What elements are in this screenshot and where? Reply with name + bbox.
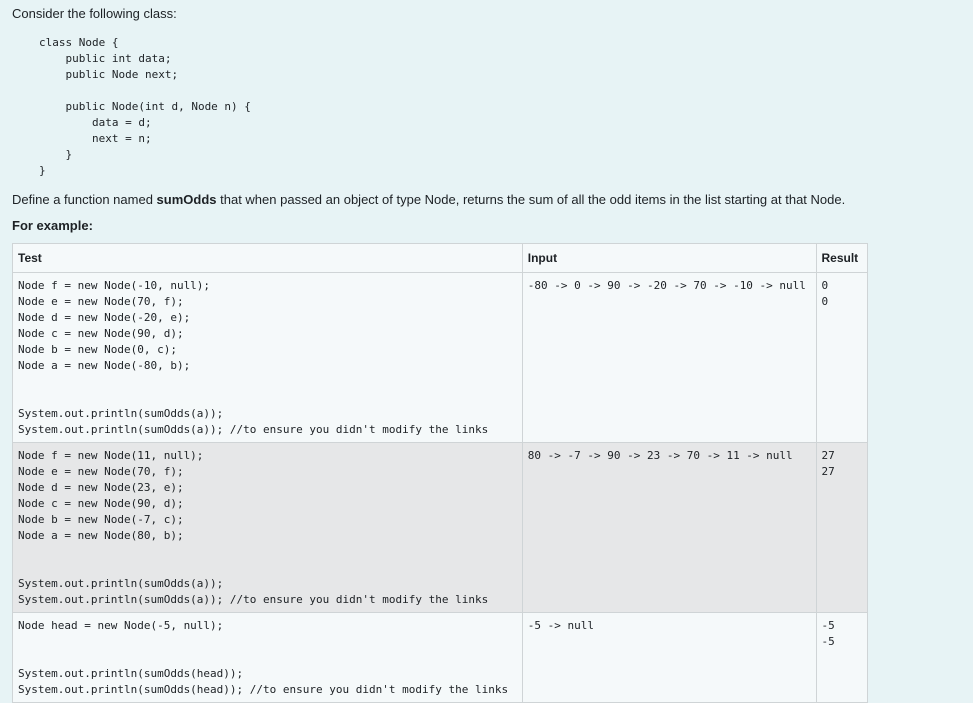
result-value: 27 27 [821, 449, 835, 478]
test-cell: Node f = new Node(11, null); Node e = ne… [12, 442, 523, 613]
input-value: -5 -> null [527, 619, 594, 632]
test-code: Node f = new Node(-10, null); Node e = n… [18, 279, 489, 436]
question-description: Define a function named sumOdds that whe… [12, 192, 973, 208]
table-header-row: Test Input Result [12, 243, 868, 273]
test-cell: Node head = new Node(-5, null); System.o… [12, 612, 523, 703]
result-cell: 27 27 [815, 442, 868, 613]
result-cell: 0 0 [815, 272, 868, 443]
examples-table: Test Input Result Node f = new Node(-10,… [12, 243, 868, 703]
example-label: For example: [12, 218, 93, 233]
table-row: Node f = new Node(-10, null); Node e = n… [12, 272, 868, 443]
test-code: Node f = new Node(11, null); Node e = ne… [18, 449, 489, 606]
result-cell: -5 -5 [815, 612, 868, 703]
description-suffix: that when passed an object of type Node,… [216, 192, 846, 207]
input-cell: -5 -> null [521, 612, 817, 703]
function-name: sumOdds [156, 192, 217, 207]
table-row: Node f = new Node(11, null); Node e = ne… [12, 442, 868, 613]
input-cell: 80 -> -7 -> 90 -> 23 -> 70 -> 11 -> null [521, 442, 817, 613]
question-content: Consider the following class: class Node… [0, 0, 973, 703]
input-value: -80 -> 0 -> 90 -> -20 -> 70 -> -10 -> nu… [527, 279, 806, 292]
result-value: -5 -5 [821, 619, 835, 648]
header-input: Input [521, 243, 817, 273]
test-code: Node head = new Node(-5, null); System.o… [18, 619, 509, 696]
header-result: Result [815, 243, 868, 273]
input-cell: -80 -> 0 -> 90 -> -20 -> 70 -> -10 -> nu… [521, 272, 817, 443]
intro-text: Consider the following class: [12, 6, 177, 21]
description-prefix: Define a function named [12, 192, 157, 207]
header-test: Test [12, 243, 523, 273]
table-row: Node head = new Node(-5, null); System.o… [12, 612, 868, 703]
test-cell: Node f = new Node(-10, null); Node e = n… [12, 272, 523, 443]
result-value: 0 0 [821, 279, 829, 308]
input-value: 80 -> -7 -> 90 -> 23 -> 70 -> 11 -> null [527, 449, 793, 462]
class-code-block: class Node { public int data; public Nod… [39, 36, 251, 177]
